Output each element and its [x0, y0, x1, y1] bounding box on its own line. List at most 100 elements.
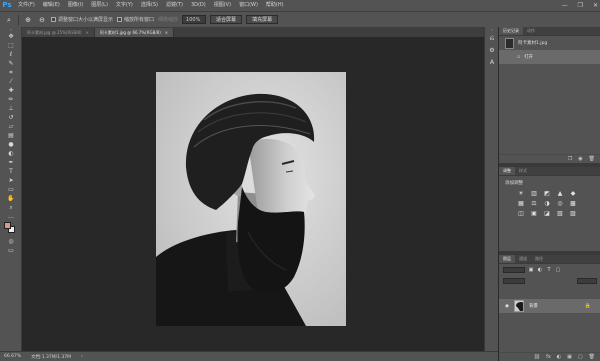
canvas-area[interactable]	[22, 37, 498, 351]
adjustment-8-icon[interactable]: ◑	[542, 200, 552, 208]
zoom-tool-icon[interactable]: ⌕	[4, 15, 14, 25]
status-zoom[interactable]: 66.67%	[4, 354, 21, 359]
adjustment-9-icon[interactable]: ◎	[555, 200, 565, 208]
type-icon[interactable]: T	[0, 167, 22, 176]
menu-view[interactable]: 视图(V)	[210, 0, 235, 11]
character-panel-icon[interactable]: A	[485, 57, 499, 69]
layer-filter-select[interactable]	[503, 267, 525, 273]
close-icon[interactable]: ×	[86, 28, 89, 37]
adjustment-6-icon[interactable]: ▦	[516, 200, 526, 208]
tab-layers[interactable]: 图层	[499, 255, 515, 263]
layer-row-background[interactable]: ◉ 背景 🔒	[499, 299, 600, 313]
adjustment-5-icon[interactable]: ◆	[568, 190, 578, 198]
tab-document-1[interactable]: 阿卡素材.jpg @ 25%(RGB/8) ×	[22, 28, 95, 37]
adjustment-11-icon[interactable]: ◫	[516, 210, 526, 218]
adjustment-7-icon[interactable]: ⚖	[529, 200, 539, 208]
opacity-field[interactable]	[577, 278, 597, 284]
menu-layer[interactable]: 图层(L)	[87, 0, 112, 11]
layer-style-icon[interactable]: fx	[546, 354, 551, 360]
screen-mode-icon[interactable]: ▭	[0, 246, 22, 255]
resize-windows-checkbox[interactable]: 调整窗口大小以满屏显示	[51, 16, 113, 23]
shape-icon[interactable]: ▭	[0, 185, 22, 194]
adjustment-10-icon[interactable]: ▩	[568, 200, 578, 208]
document-canvas[interactable]	[156, 72, 346, 326]
lasso-icon[interactable]: ℓ	[0, 50, 22, 59]
trash-icon[interactable]: 🗑	[589, 156, 595, 162]
add-mask-icon[interactable]: ◐	[557, 354, 561, 360]
filter-adjust-icon[interactable]: ◐	[537, 267, 543, 273]
brush-icon[interactable]: ✏	[0, 95, 22, 104]
new-fill-layer-icon[interactable]: ▣	[567, 354, 572, 360]
menu-select[interactable]: 选择(S)	[137, 0, 162, 11]
marquee-icon[interactable]: ⬚	[0, 41, 22, 50]
adjustment-4-icon[interactable]: ▲	[555, 190, 565, 198]
new-document-from-state-icon[interactable]: ❐	[568, 156, 572, 162]
filter-type-icon[interactable]: T	[546, 267, 552, 273]
close-icon[interactable]: ×	[165, 28, 168, 37]
link-layers-icon[interactable]: ⛓	[534, 354, 540, 360]
move-icon[interactable]: ✥	[0, 32, 22, 41]
history-item-open[interactable]: ▫ 打开	[499, 50, 600, 64]
crop-icon[interactable]: ⌗	[0, 68, 22, 77]
hand-icon[interactable]: ✋	[0, 194, 22, 203]
tab-adjustments[interactable]: 调整	[499, 167, 515, 175]
trash-icon[interactable]: 🗑	[589, 354, 595, 360]
zoom-in-icon[interactable]: ⊕	[23, 15, 33, 25]
photoshop-logo[interactable]: Ps	[0, 0, 14, 11]
filter-pixel-icon[interactable]: ▣	[528, 267, 534, 273]
checkbox-box[interactable]	[117, 17, 123, 22]
fit-screen-button[interactable]: 适合屏幕	[210, 15, 243, 24]
pen-icon[interactable]: ✒	[0, 158, 22, 167]
properties-panel-icon[interactable]: ⚙	[485, 45, 499, 57]
visibility-eye-icon[interactable]: ◉	[505, 304, 509, 309]
restore-icon[interactable]: ❐	[578, 2, 583, 9]
tab-paths[interactable]: 路径	[531, 255, 547, 263]
adjustment-14-icon[interactable]: ▧	[555, 210, 565, 218]
eraser-icon[interactable]: ▱	[0, 122, 22, 131]
path-select-icon[interactable]: ➤	[0, 176, 22, 185]
zoom-out-icon[interactable]: ⊖	[37, 15, 47, 25]
history-snapshot[interactable]: 阿卡素材1.jpg	[499, 36, 600, 50]
minimize-icon[interactable]: —	[562, 2, 568, 9]
adjustment-3-icon[interactable]: ◩	[542, 190, 552, 198]
foreground-color-swatch[interactable]	[4, 222, 11, 229]
blur-icon[interactable]: ●	[0, 140, 22, 149]
gradient-icon[interactable]: ▤	[0, 131, 22, 140]
menu-type[interactable]: 文字(Y)	[112, 0, 137, 11]
menu-filter[interactable]: 滤镜(T)	[162, 0, 187, 11]
eyedropper-icon[interactable]: ⁄	[0, 77, 22, 86]
quick-mask-icon[interactable]: ◎	[0, 237, 22, 246]
menu-help[interactable]: 帮助(H)	[262, 0, 288, 11]
tab-history[interactable]: 历史记录	[499, 27, 523, 35]
adjustment-13-icon[interactable]: ◪	[542, 210, 552, 218]
more-tools-icon[interactable]: …	[0, 212, 22, 221]
adjustment-2-icon[interactable]: ▥	[529, 190, 539, 198]
menu-window[interactable]: 窗口(W)	[235, 0, 262, 11]
zoom-value-field[interactable]: 100%	[182, 15, 207, 24]
tab-channels[interactable]: 通道	[515, 255, 531, 263]
status-menu-icon[interactable]: ›	[81, 354, 83, 359]
menu-file[interactable]: 文件(F)	[14, 0, 39, 11]
menu-3d[interactable]: 3D(D)	[187, 0, 210, 11]
checkbox-box[interactable]	[51, 17, 56, 22]
new-snapshot-icon[interactable]: ◉	[578, 156, 582, 162]
tab-styles[interactable]: 样式	[515, 167, 531, 175]
fill-screen-button[interactable]: 填充屏幕	[246, 15, 279, 24]
healing-brush-icon[interactable]: ✚	[0, 86, 22, 95]
tab-document-2[interactable]: 阿卡素材1.jpg @ 66.7%(RGB/8) ×	[94, 28, 175, 37]
history-panel-icon[interactable]: ⎌	[485, 33, 499, 45]
zoom-icon[interactable]: ⌕	[0, 203, 22, 212]
tab-actions[interactable]: 动作	[523, 27, 539, 35]
close-icon[interactable]: ✕	[593, 2, 598, 9]
quick-select-icon[interactable]: ✎	[0, 59, 22, 68]
adjustment-1-icon[interactable]: ☀	[516, 190, 526, 198]
zoom-all-windows-checkbox[interactable]: 缩放所有窗口	[117, 16, 154, 23]
history-brush-icon[interactable]: ↺	[0, 113, 22, 122]
filter-shape-icon[interactable]: ▢	[555, 267, 561, 273]
adjustment-15-icon[interactable]: ▨	[568, 210, 578, 218]
adjustment-12-icon[interactable]: ▣	[529, 210, 539, 218]
blend-mode-select[interactable]	[503, 278, 525, 284]
dodge-icon[interactable]: ◐	[0, 149, 22, 158]
new-group-icon[interactable]: ▢	[578, 354, 583, 360]
menu-image[interactable]: 图像(I)	[64, 0, 87, 11]
